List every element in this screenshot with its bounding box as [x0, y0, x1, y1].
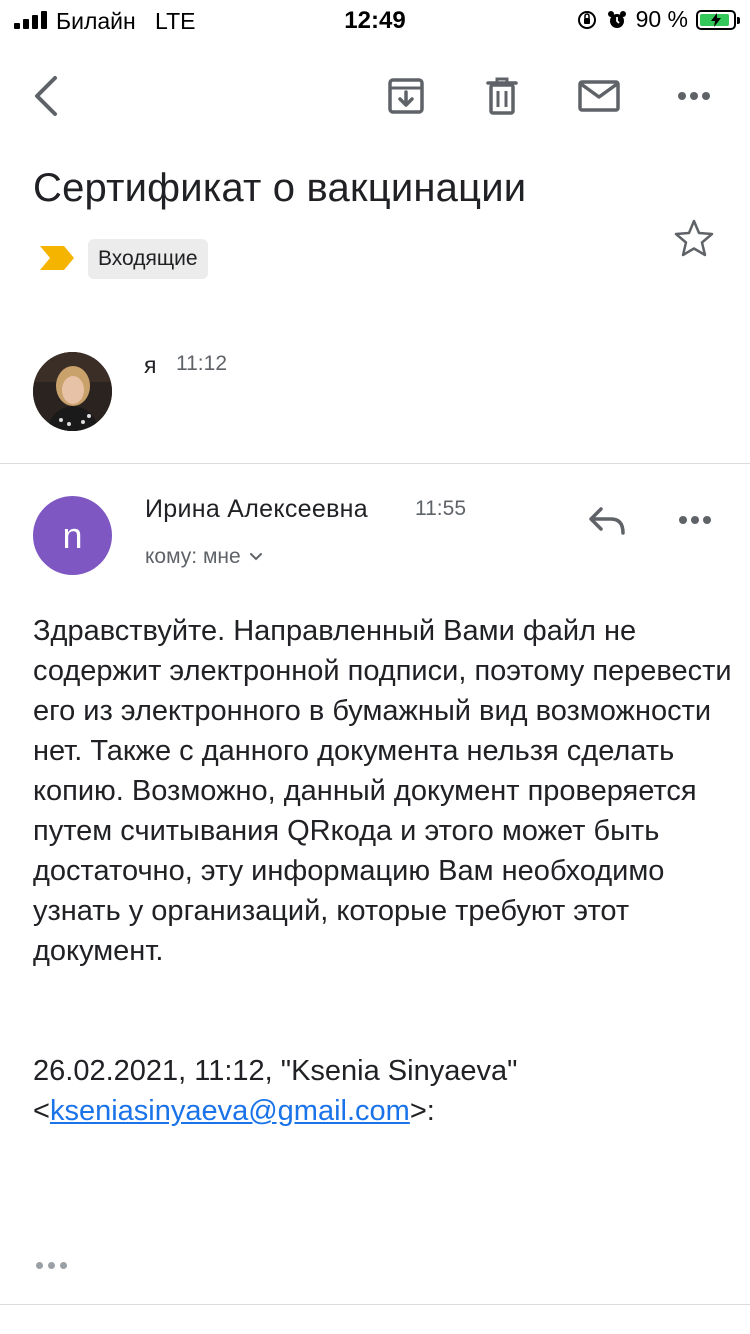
show-trimmed-content-button[interactable] — [36, 1262, 67, 1269]
quoted-header: 26.02.2021, 11:12, "Ksenia Sinyaeva" <ks… — [33, 1051, 733, 1131]
message-divider — [0, 463, 750, 464]
reply-button[interactable] — [582, 498, 632, 544]
star-icon — [674, 219, 714, 257]
quote-open-bracket: < — [33, 1095, 50, 1127]
more-options-button[interactable] — [670, 76, 718, 116]
message-body: Здравствуйте. Направленный Вами файл не … — [33, 611, 733, 971]
delete-button[interactable] — [478, 72, 526, 120]
more-horizontal-icon — [679, 516, 711, 524]
email-subject: Сертификат о вакцинации — [33, 166, 527, 210]
mail-icon — [578, 80, 620, 112]
alarm-icon — [607, 10, 626, 28]
mark-unread-button[interactable] — [574, 72, 624, 120]
importance-marker-icon[interactable] — [38, 244, 76, 277]
trash-icon — [486, 77, 518, 115]
back-button[interactable] — [22, 70, 68, 122]
more-horizontal-icon — [678, 92, 710, 100]
bottom-divider — [0, 1304, 750, 1305]
status-bar: Билайн LTE 12:49 90 % — [0, 0, 750, 42]
battery-percent: 90 % — [635, 6, 688, 32]
message-body-text: Здравствуйте. Направленный Вами файл не … — [33, 615, 732, 967]
archive-icon — [388, 78, 424, 114]
quote-date-sender: 26.02.2021, 11:12, "Ksenia Sinyaeva" — [33, 1055, 518, 1087]
sender-name[interactable]: Ирина Алексеевна — [145, 495, 368, 524]
recipient-details-toggle[interactable]: кому: мне — [145, 545, 263, 569]
message-time: 11:55 — [415, 497, 466, 520]
back-arrow-icon — [35, 76, 57, 116]
recipient-line: кому: мне — [145, 545, 241, 568]
status-right: 90 % — [576, 6, 740, 33]
collapsed-message-time: 11:12 — [176, 352, 227, 375]
reply-icon — [589, 507, 625, 535]
collapsed-sender-name[interactable]: я — [144, 352, 156, 379]
quote-close-bracket: >: — [409, 1095, 435, 1127]
archive-button[interactable] — [382, 72, 430, 120]
star-button[interactable] — [668, 212, 720, 264]
sender-avatar[interactable]: n — [33, 496, 112, 575]
avatar-photo[interactable] — [33, 352, 112, 431]
quote-email-line: <kseniasinyaeva@gmail.com>: — [33, 1091, 733, 1131]
chevron-down-icon — [249, 553, 262, 561]
battery-icon — [696, 9, 740, 30]
quote-email-link[interactable]: kseniasinyaeva@gmail.com — [50, 1095, 410, 1127]
orientation-lock-icon — [577, 10, 596, 29]
label-chip-inbox[interactable]: Входящие — [88, 239, 208, 279]
message-more-button[interactable] — [672, 500, 718, 540]
